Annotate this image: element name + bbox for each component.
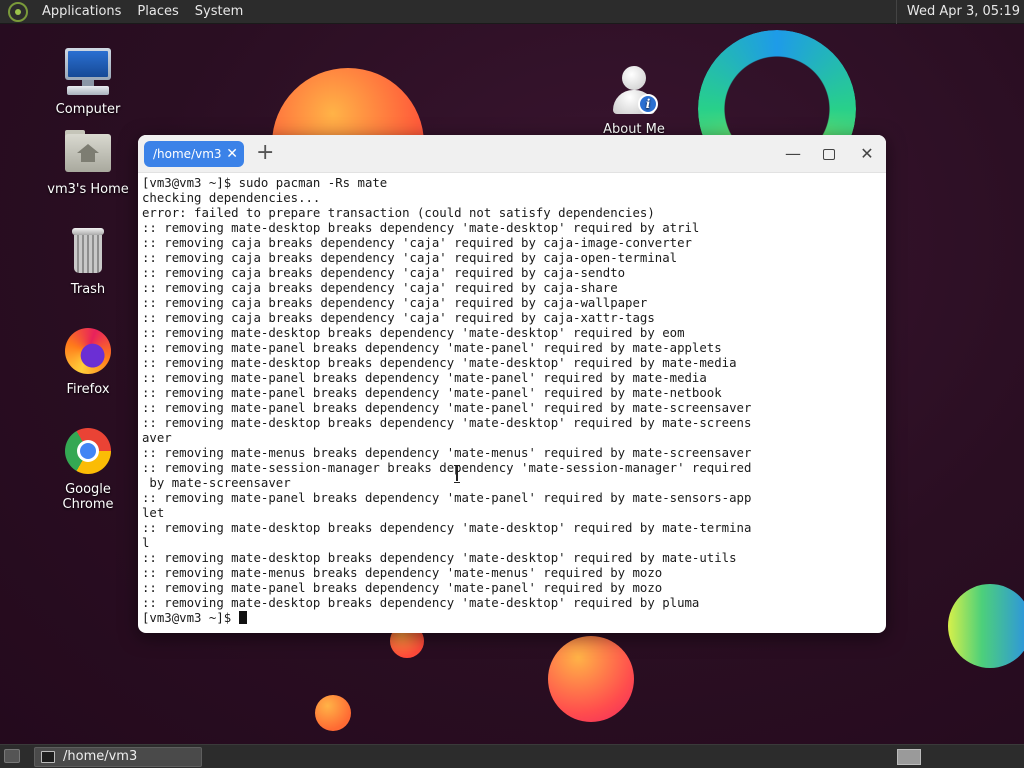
terminal-icon [41,751,55,763]
tab-title: /home/vm3 [153,147,222,161]
terminal-line: :: removing mate-panel breaks dependency… [142,581,663,595]
show-desktop-icon[interactable] [4,749,20,763]
desktop-icon-firefox[interactable]: Firefox [38,326,138,397]
bottom-panel: /home/vm3 [0,744,1024,768]
minimize-button[interactable]: — [780,141,806,167]
terminal-line: :: removing mate-desktop breaks dependen… [142,416,752,430]
terminal-cursor [238,611,247,624]
desktop-icon-label: Trash [70,282,106,297]
terminal-line: :: removing caja breaks dependency 'caja… [142,296,648,310]
wallpaper-circle [315,695,351,731]
menu-logo-icon[interactable] [8,1,28,22]
menu-applications[interactable]: Applications [34,0,129,24]
terminal-line: :: removing mate-panel breaks dependency… [142,341,722,355]
wallpaper-circle [948,584,1024,668]
new-tab-icon[interactable]: + [256,140,274,166]
terminal-line: :: removing mate-panel breaks dependency… [142,401,752,415]
tab-close-icon[interactable]: ✕ [226,141,238,167]
terminal-line: :: removing caja breaks dependency 'caja… [142,311,655,325]
terminal-line: :: removing mate-desktop breaks dependen… [142,596,700,610]
terminal-prompt: [vm3@vm3 ~]$ [142,611,239,625]
terminal-line: :: removing mate-desktop breaks dependen… [142,521,752,535]
terminal-line: [vm3@vm3 ~]$ sudo pacman -Rs mate [142,176,388,190]
close-button[interactable]: ✕ [854,141,880,167]
terminal-line: :: removing caja breaks dependency 'caja… [142,281,618,295]
desktop-icon-label: Google Chrome [62,482,114,512]
maximize-button[interactable] [816,141,842,167]
wallpaper-circle [548,636,634,722]
terminal-line: :: removing caja breaks dependency 'caja… [142,251,678,265]
taskbar-item-terminal[interactable]: /home/vm3 [34,747,202,767]
terminal-line: :: removing mate-session-manager breaks … [142,461,752,475]
terminal-line: :: removing mate-menus breaks dependency… [142,566,663,580]
terminal-line: checking dependencies... [142,191,321,205]
menu-system[interactable]: System [187,0,251,24]
terminal-line: error: failed to prepare transaction (co… [142,206,655,220]
desktop-icon-chrome[interactable]: Google Chrome [38,426,138,512]
computer-icon [62,46,114,98]
firefox-icon [62,326,114,378]
terminal-line: :: removing mate-desktop breaks dependen… [142,356,737,370]
terminal-window[interactable]: /home/vm3 ✕ + — ✕ [vm3@vm3 ~]$ sudo pacm… [138,135,886,633]
taskbar-item-label: /home/vm3 [63,749,138,764]
terminal-prompt-line: [vm3@vm3 ~]$ [142,611,882,626]
text-cursor-icon [454,465,460,483]
desktop-icon-about-me[interactable]: i About Me [584,66,684,137]
about-me-icon: i [608,66,660,118]
terminal-line: :: removing mate-desktop breaks dependen… [142,551,737,565]
desktop-icon-label: Computer [55,102,121,117]
terminal-line: :: removing mate-panel breaks dependency… [142,386,722,400]
terminal-line: l [142,536,150,550]
terminal-line: :: removing mate-desktop breaks dependen… [142,326,685,340]
desktop-icon-label: vm3's Home [47,182,129,197]
menu-places[interactable]: Places [129,0,186,24]
terminal-titlebar[interactable]: /home/vm3 ✕ + — ✕ [138,135,886,173]
desktop-icon-label: Firefox [66,382,110,397]
terminal-line: :: removing mate-panel breaks dependency… [142,491,752,505]
terminal-line: :: removing caja breaks dependency 'caja… [142,236,692,250]
trash-icon [62,226,114,278]
terminal-output[interactable]: [vm3@vm3 ~]$ sudo pacman -Rs mate checkin… [138,173,886,626]
top-panel: Applications Places System Wed Apr 3, 05… [0,0,1024,24]
terminal-line: :: removing mate-panel breaks dependency… [142,371,707,385]
terminal-line: :: removing caja breaks dependency 'caja… [142,266,626,280]
desktop-icon-trash[interactable]: Trash [38,226,138,297]
desktop-icon-home[interactable]: vm3's Home [38,126,138,197]
terminal-line: :: removing mate-desktop breaks dependen… [142,221,700,235]
terminal-line: by mate-screensaver [142,476,291,490]
workspace-switcher[interactable] [897,749,921,765]
terminal-line: let [142,506,165,520]
terminal-line: :: removing mate-menus breaks dependency… [142,446,752,460]
terminal-line: aver [142,431,172,445]
clock[interactable]: Wed Apr 3, 05:19 [895,0,1020,24]
desktop-icon-computer[interactable]: Computer [38,46,138,117]
home-folder-icon [62,126,114,178]
tab-home-vm3[interactable]: /home/vm3 ✕ [144,141,244,167]
chrome-icon [62,426,114,478]
